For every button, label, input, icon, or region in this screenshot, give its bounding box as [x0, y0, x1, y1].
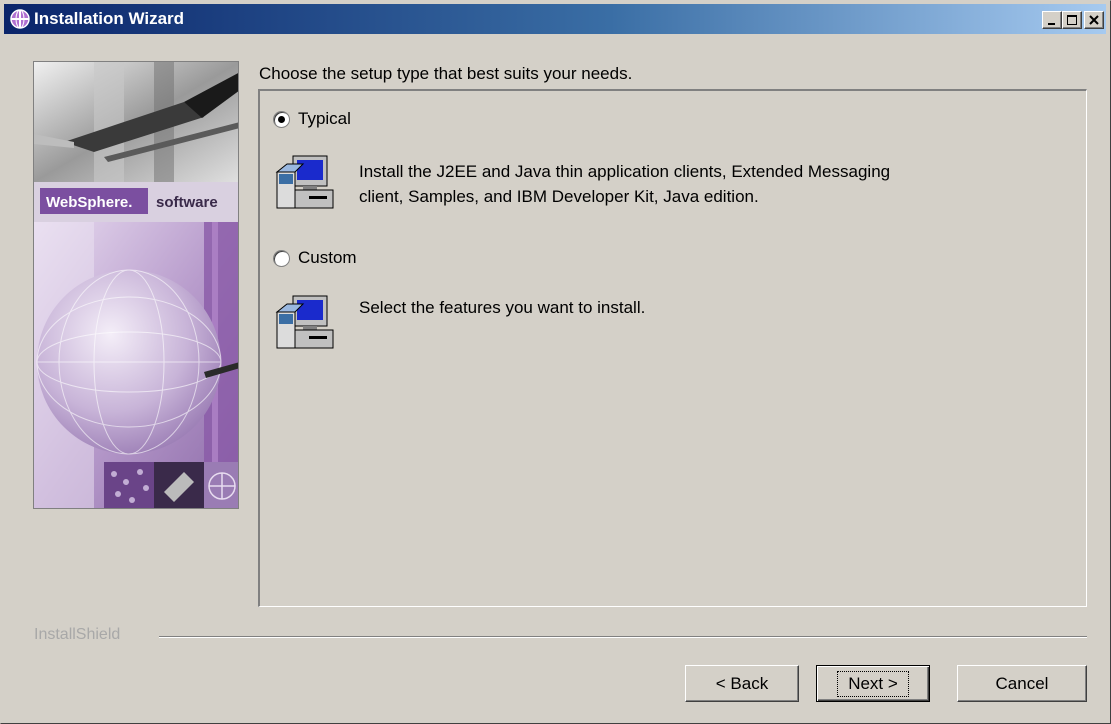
- radio-selected-dot: [278, 115, 285, 123]
- websphere-logo: WebSphere.: [46, 194, 132, 211]
- typical-description-line2: client, Samples, and IBM Developer Kit, …: [359, 187, 759, 206]
- custom-label: Custom: [298, 248, 357, 267]
- typical-option[interactable]: Typical: [273, 109, 351, 129]
- maximize-button[interactable]: [1062, 11, 1082, 29]
- close-button[interactable]: [1084, 11, 1104, 29]
- custom-radio[interactable]: [273, 249, 290, 267]
- setup-type-prompt: Choose the setup type that best suits yo…: [259, 64, 633, 83]
- globe-icon: [10, 9, 30, 29]
- websphere-banner: WebSphere. software: [33, 61, 239, 509]
- custom-option[interactable]: Custom: [273, 248, 357, 268]
- footer-divider: [159, 636, 1087, 638]
- next-button-label: Next >: [837, 670, 909, 697]
- typical-radio[interactable]: [273, 110, 290, 128]
- typical-description-line1: Install the J2EE and Java thin applicati…: [359, 162, 891, 181]
- cancel-button-label: Cancel: [995, 673, 1049, 693]
- title-bar[interactable]: Installation Wizard: [4, 4, 1106, 34]
- typical-label: Typical: [298, 109, 351, 128]
- installation-wizard-window: Installation Wizard WebSphere. software …: [0, 0, 1111, 724]
- maximize-icon: [1067, 15, 1077, 25]
- back-button[interactable]: < Back: [685, 665, 799, 702]
- next-button[interactable]: Next >: [816, 665, 930, 702]
- software-logo-text: software: [156, 194, 218, 211]
- custom-description-line1: Select the features you want to install.: [359, 298, 646, 317]
- cancel-button[interactable]: Cancel: [957, 665, 1087, 702]
- typical-description: Install the J2EE and Java thin applicati…: [359, 159, 1059, 209]
- custom-description: Select the features you want to install.: [359, 295, 1059, 320]
- minimize-button[interactable]: [1042, 11, 1062, 29]
- close-icon: [1089, 15, 1099, 25]
- window-title: Installation Wizard: [34, 9, 185, 28]
- back-button-label: < Back: [715, 673, 769, 693]
- computer-install-icon: [275, 295, 334, 349]
- installshield-label: InstallShield: [34, 626, 121, 643]
- computer-install-icon: [275, 155, 334, 209]
- banner-artwork: WebSphere. software: [34, 62, 238, 508]
- minimize-icon: [1048, 23, 1055, 25]
